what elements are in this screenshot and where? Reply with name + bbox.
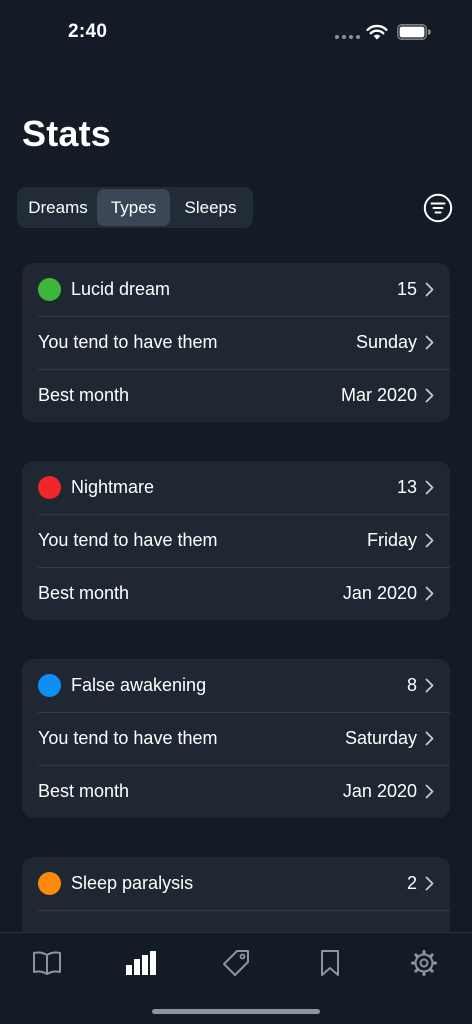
type-card-lucid-dream: Lucid dream 15 You tend to have them Sun…	[22, 263, 450, 422]
type-count: 8	[406, 675, 417, 695]
chevron-right-icon	[425, 678, 434, 693]
type-name: Sleep paralysis	[71, 873, 194, 893]
tab-journal[interactable]	[31, 947, 63, 979]
book-icon	[33, 951, 61, 975]
tab-stats[interactable]	[125, 947, 157, 979]
chevron-right-icon	[425, 388, 434, 403]
type-name: Lucid dream	[71, 279, 171, 299]
tag-icon	[223, 950, 249, 976]
tab-tags[interactable]	[220, 947, 252, 979]
best-month-value: Jan 2020	[342, 583, 417, 603]
tend-label: You tend to have them	[38, 332, 218, 352]
stats-screen: 2:40 Stats Dreams Types Sleeps Lucid dre…	[0, 0, 472, 1024]
best-month-label: Best month	[38, 385, 130, 405]
chevron-right-icon	[425, 586, 434, 601]
chevron-right-icon	[425, 876, 434, 891]
tend-value: Sunday	[355, 332, 417, 352]
chevron-right-icon	[425, 335, 434, 350]
tab-settings[interactable]	[408, 947, 440, 979]
segment-dreams[interactable]: Dreams	[19, 189, 97, 226]
battery-icon	[397, 24, 431, 40]
best-month-label: Best month	[38, 583, 130, 603]
tend-label: You tend to have them	[38, 728, 218, 748]
bar-chart-icon	[126, 951, 156, 975]
best-month-row[interactable]: Best month Jan 2020	[22, 765, 450, 818]
chevron-right-icon	[425, 784, 434, 799]
status-time: 2:40	[68, 21, 108, 42]
type-row[interactable]: Sleep paralysis 2	[22, 857, 450, 910]
chevron-right-icon	[425, 480, 434, 495]
type-row[interactable]: False awakening 8	[22, 659, 450, 712]
type-row[interactable]: Nightmare 13	[22, 461, 450, 514]
type-name: Nightmare	[71, 477, 155, 497]
tend-label: You tend to have them	[38, 530, 218, 550]
tend-value: Friday	[366, 530, 417, 550]
type-count: 2	[406, 873, 417, 893]
type-color-dot	[38, 872, 61, 895]
status-bar: 2:40	[0, 0, 472, 64]
type-count: 15	[396, 279, 417, 299]
gear-icon	[411, 950, 437, 976]
tend-row[interactable]: You tend to have them Saturday	[22, 712, 450, 765]
tend-value: Saturday	[344, 728, 417, 748]
type-name: False awakening	[71, 675, 207, 695]
segment-types[interactable]: Types	[97, 189, 170, 226]
best-month-label: Best month	[38, 781, 130, 801]
chevron-right-icon	[425, 731, 434, 746]
view-segmented-control: Dreams Types Sleeps	[17, 187, 253, 228]
type-row[interactable]: Lucid dream 15	[22, 263, 450, 316]
type-color-dot	[38, 278, 61, 301]
chevron-right-icon	[425, 533, 434, 548]
type-color-dot	[38, 674, 61, 697]
wifi-icon	[366, 24, 388, 40]
type-card-false-awakening: False awakening 8 You tend to have them …	[22, 659, 450, 818]
bookmark-icon	[321, 950, 339, 976]
dream-type-cards: Lucid dream 15 You tend to have them Sun…	[22, 263, 450, 1002]
home-indicator	[152, 1009, 320, 1014]
best-month-row[interactable]: Best month Jan 2020	[22, 567, 450, 620]
type-card-nightmare: Nightmare 13 You tend to have them Frida…	[22, 461, 450, 620]
type-color-dot	[38, 476, 61, 499]
cellular-signal-icon	[335, 35, 360, 39]
best-month-value: Jan 2020	[342, 781, 417, 801]
filter-icon[interactable]	[423, 193, 453, 223]
best-month-value: Mar 2020	[340, 385, 417, 405]
best-month-row[interactable]: Best month Mar 2020	[22, 369, 450, 422]
segment-sleeps[interactable]: Sleeps	[170, 189, 251, 226]
tab-bookmarks[interactable]	[314, 947, 346, 979]
tend-row[interactable]: You tend to have them Friday	[22, 514, 450, 567]
tend-row[interactable]: You tend to have them Sunday	[22, 316, 450, 369]
chevron-right-icon	[425, 282, 434, 297]
page-title: Stats	[22, 113, 112, 154]
type-count: 13	[396, 477, 417, 497]
